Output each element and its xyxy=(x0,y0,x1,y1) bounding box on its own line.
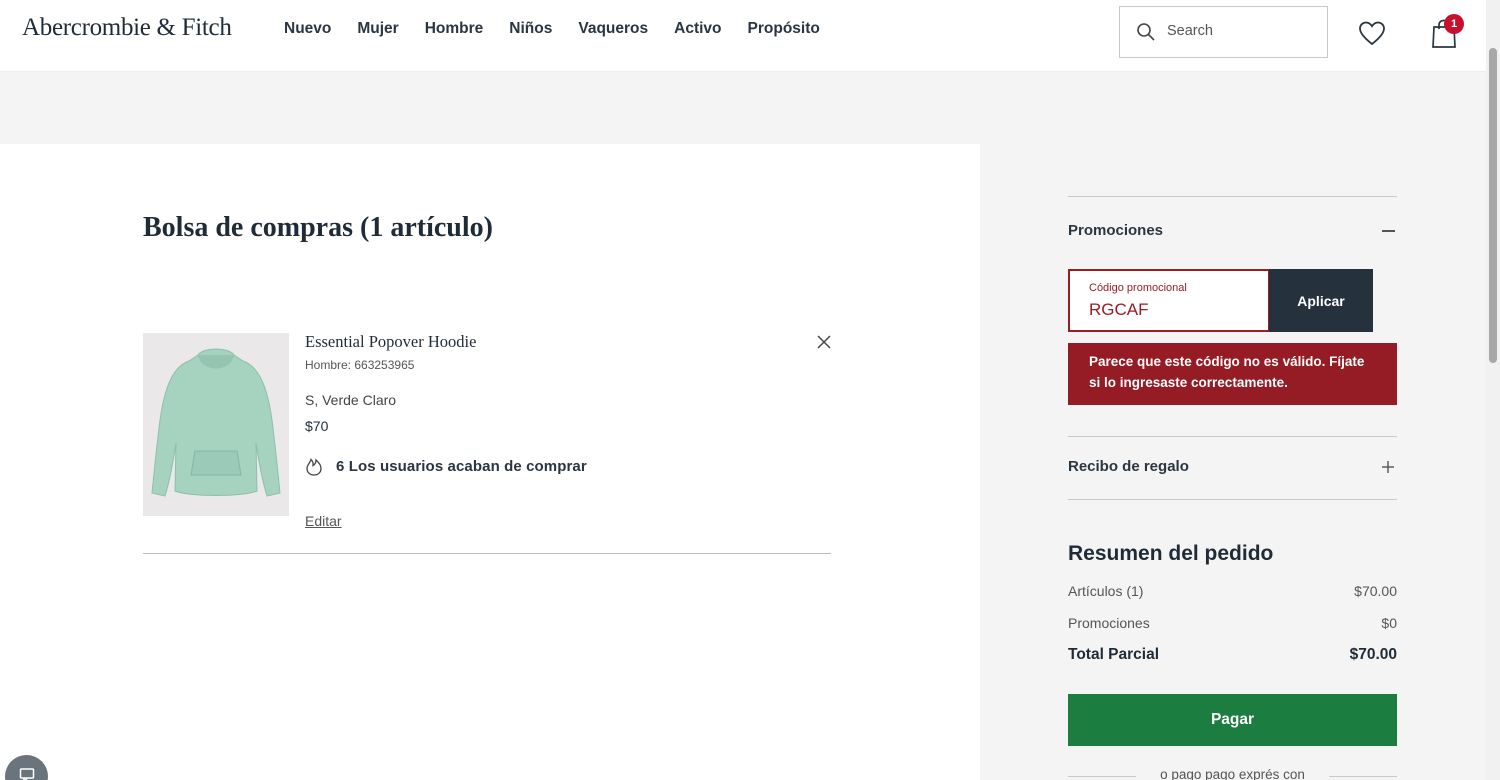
collapse-minus-icon[interactable] xyxy=(1382,230,1395,232)
brand-logo[interactable]: Abercrombie & Fitch xyxy=(22,14,232,42)
nav-item-ninos[interactable]: Niños xyxy=(509,20,552,38)
apply-promo-button[interactable]: Aplicar xyxy=(1269,269,1373,332)
recent-buyers-text: 6 Los usuarios acaban de comprar xyxy=(336,457,587,475)
summary-label: Artículos (1) xyxy=(1068,583,1144,599)
product-variant: S, Verde Claro xyxy=(305,392,397,408)
divider xyxy=(1068,436,1397,437)
expand-plus-icon[interactable] xyxy=(1381,460,1395,474)
product-price: $70 xyxy=(305,418,329,434)
product-sku: Hombre: 663253965 xyxy=(305,358,415,372)
wishlist-heart-icon[interactable] xyxy=(1357,19,1387,47)
page-scrollbar[interactable] xyxy=(1486,0,1500,780)
divider xyxy=(1068,196,1397,197)
product-image[interactable] xyxy=(143,333,289,516)
gift-receipt-heading[interactable]: Recibo de regalo xyxy=(1068,458,1189,475)
nav-item-vaqueros[interactable]: Vaqueros xyxy=(578,20,648,38)
nav-item-proposito[interactable]: Propósito xyxy=(748,20,820,38)
summary-row-items: Artículos (1) $70.00 xyxy=(1068,583,1397,599)
nav-item-activo[interactable]: Activo xyxy=(674,20,721,38)
bag-count-badge: 1 xyxy=(1444,14,1464,34)
recent-buyers-note: 6 Los usuarios acaban de comprar xyxy=(305,456,587,476)
main-nav: Nuevo Mujer Hombre Niños Vaqueros Activo… xyxy=(284,20,846,38)
hoodie-image xyxy=(151,348,281,497)
summary-label: Promociones xyxy=(1068,615,1150,631)
nav-item-mujer[interactable]: Mujer xyxy=(357,20,398,38)
close-icon[interactable] xyxy=(815,333,833,351)
promo-error-message: Parece que este código no es válido. Fíj… xyxy=(1068,343,1397,405)
search-icon xyxy=(1137,23,1155,41)
express-checkout-text: o pago pago exprés con xyxy=(1160,767,1305,780)
order-summary-title: Resumen del pedido xyxy=(1068,542,1274,565)
checkout-sidebar xyxy=(980,144,1486,780)
page-title: Bolsa de compras (1 artículo) xyxy=(143,212,493,243)
nav-item-hombre[interactable]: Hombre xyxy=(425,20,484,38)
summary-row-promotions: Promociones $0 xyxy=(1068,615,1397,631)
search-input[interactable] xyxy=(1167,19,1317,43)
divider xyxy=(143,553,831,554)
promo-code-label: Código promocional xyxy=(1089,282,1187,294)
shopping-bag-button[interactable]: 1 xyxy=(1430,14,1466,50)
nav-item-nuevo[interactable]: Nuevo xyxy=(284,20,331,38)
flame-icon xyxy=(306,458,322,476)
promo-code-field[interactable]: Código promocional xyxy=(1068,269,1270,332)
site-header: Abercrombie & Fitch Nuevo Mujer Hombre N… xyxy=(0,0,1486,72)
summary-row-subtotal: Total Parcial $70.00 xyxy=(1068,646,1397,664)
summary-label: Total Parcial xyxy=(1068,646,1160,663)
top-band xyxy=(0,72,1486,144)
express-checkout-divider: o pago pago exprés con xyxy=(1068,766,1397,780)
product-name[interactable]: Essential Popover Hoodie xyxy=(305,332,476,352)
summary-value: $70.00 xyxy=(1349,646,1397,663)
divider xyxy=(1068,499,1397,500)
search-box[interactable] xyxy=(1119,6,1328,58)
scrollbar-thumb[interactable] xyxy=(1489,48,1497,363)
promotions-heading[interactable]: Promociones xyxy=(1068,222,1163,239)
checkout-pay-button[interactable]: Pagar xyxy=(1068,694,1397,746)
summary-value: $0 xyxy=(1381,615,1397,631)
promo-code-input[interactable] xyxy=(1089,298,1259,322)
chat-icon xyxy=(19,768,35,780)
summary-value: $70.00 xyxy=(1354,583,1397,599)
edit-item-link[interactable]: Editar xyxy=(305,513,342,529)
